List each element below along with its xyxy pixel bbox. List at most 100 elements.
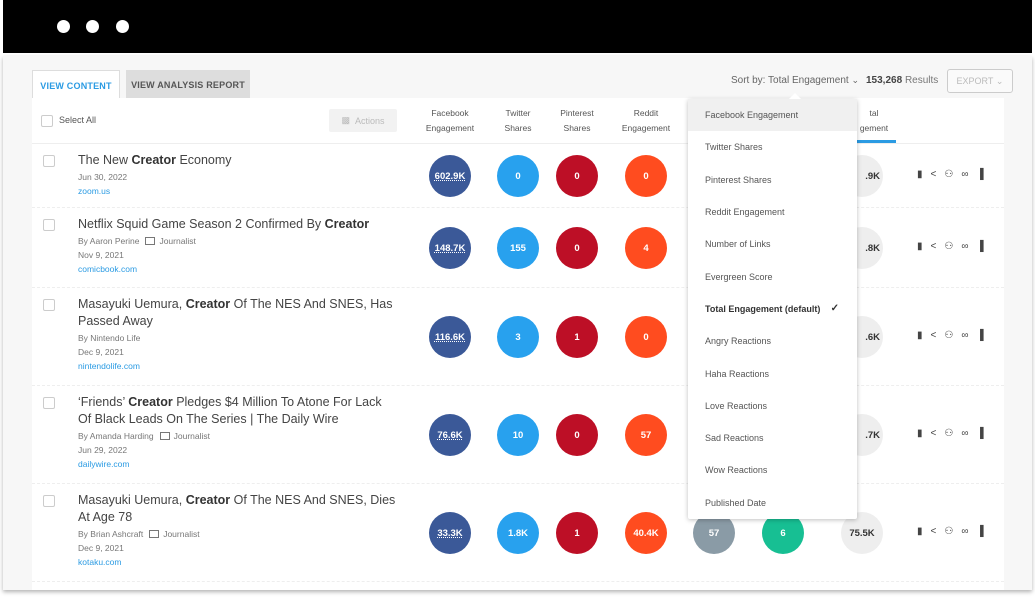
row-checkbox[interactable] [43,495,55,507]
share-icon[interactable]: < [931,169,937,180]
article-title[interactable]: Netflix Squid Game Season 2 Confirmed By… [78,216,398,233]
column-header[interactable]: Facebook Engagement [415,106,485,136]
window-minimize-button[interactable] [86,20,99,33]
export-button[interactable]: EXPORT ⌄ [947,69,1013,93]
metric-value: .7K [865,429,880,441]
sort-option[interactable]: Twitter Shares [688,131,857,163]
bookmark-icon[interactable]: ▮ [917,428,923,439]
facebook-metric[interactable]: 76.6K [429,414,471,456]
metric-value: .6K [865,331,880,343]
article-title[interactable]: ‘Friends’ Creator Pledges $4 Million To … [78,394,398,428]
sort-option[interactable]: Published Date [688,487,857,519]
tab-view-analysis-report[interactable]: VIEW ANALYSIS REPORT [126,70,250,99]
author-name[interactable]: By Brian Ashcraft [78,529,143,539]
author-name[interactable]: By Aaron Perine [78,236,139,246]
article-domain[interactable]: kotaku.com [78,555,200,569]
link-icon[interactable]: ∞ [961,428,968,439]
metric-value: 75.5K [849,527,875,539]
table-header: Select All ▩ Actions Facebook Engagement Tw… [32,98,1004,144]
metric-value: 0 [643,170,649,182]
sort-option[interactable]: Facebook Engagement [688,99,857,132]
table-row: ‘Friends’ Creator Pledges $4 Million To … [32,386,1004,484]
author-name[interactable]: By Nintendo Life [78,333,140,343]
metric-value: 76.6K [437,429,463,441]
article-meta: By Nintendo Life Dec 9, 2021 nintendolife.… [78,331,140,373]
article-domain[interactable]: comicbook.com [78,262,196,276]
bar-chart-icon[interactable]: ▐ [976,428,983,439]
bookmark-icon[interactable]: ▮ [917,241,923,252]
metric-value: 1 [574,527,580,539]
bookmark-icon[interactable]: ▮ [917,169,923,180]
select-all-label: Select All [59,115,97,125]
sort-option[interactable]: Angry Reactions [688,325,857,357]
share-icon[interactable]: < [931,241,937,252]
metric-value: 40.4K [633,527,659,539]
window-close-button[interactable] [57,20,70,33]
reddit-metric: 0 [625,155,667,197]
facebook-metric[interactable]: 116.6K [429,316,471,358]
people-icon[interactable]: ⚇ [944,241,953,252]
article-domain[interactable]: zoom.us [78,184,127,198]
people-icon[interactable]: ⚇ [944,330,953,341]
bar-chart-icon[interactable]: ▐ [976,169,983,180]
link-icon[interactable]: ∞ [961,241,968,252]
article-title[interactable]: Masayuki Uemura, Creator Of The NES And … [78,296,398,330]
column-header[interactable]: Pinterest Shares [542,106,612,136]
sort-option[interactable]: Number of Links [688,228,857,260]
title-keyword: Creator [324,217,370,231]
link-icon[interactable]: ∞ [961,526,968,537]
journalist-label: Journalist [163,529,200,539]
reddit-metric: 57 [625,414,667,456]
link-icon[interactable]: ∞ [961,330,968,341]
bar-chart-icon[interactable]: ▐ [976,526,983,537]
row-checkbox[interactable] [43,299,55,311]
select-all-checkbox[interactable] [41,115,53,127]
column-header[interactable]: Reddit Engagement [611,106,681,136]
article-title[interactable]: The New Creator Economy [78,152,398,169]
facebook-metric[interactable]: 602.9K [429,155,471,197]
twitter-metric: 10 [497,414,539,456]
table-row: The New Creator Economy Jun 30, 2022 zoom.… [32,144,1004,208]
bar-chart-icon[interactable]: ▐ [976,241,983,252]
sort-option[interactable]: Reddit Engagement [688,196,857,228]
row-checkbox[interactable] [43,397,55,409]
window-maximize-button[interactable] [116,20,129,33]
twitter-metric: 3 [497,316,539,358]
actions-button[interactable]: ▩ Actions [329,109,397,132]
metric-value: 6 [780,527,786,539]
metric-value: 0 [574,170,580,182]
author-name[interactable]: By Amanda Harding [78,431,154,441]
sort-option[interactable]: Evergreen Score [688,260,857,292]
tab-view-content[interactable]: VIEW CONTENT [32,70,120,100]
people-icon[interactable]: ⚇ [944,169,953,180]
bar-chart-icon[interactable]: ▐ [976,330,983,341]
bookmark-icon[interactable]: ▮ [917,330,923,341]
metric-value: 0 [574,429,580,441]
article-domain[interactable]: nintendolife.com [78,359,140,373]
reddit-metric: 40.4K [625,512,667,554]
sort-option[interactable]: Total Engagement (default) ✓ [688,293,857,325]
sort-option[interactable]: Sad Reactions [688,422,857,454]
row-checkbox[interactable] [43,219,55,231]
facebook-metric[interactable]: 148.7K [429,227,471,269]
content-table: Select All ▩ Actions Facebook Engagement Tw… [32,98,1004,590]
bookmark-icon[interactable]: ▮ [917,526,923,537]
article-domain[interactable]: dailywire.com [78,457,210,471]
people-icon[interactable]: ⚇ [944,428,953,439]
row-checkbox[interactable] [43,155,55,167]
share-icon[interactable]: < [931,330,937,341]
share-icon[interactable]: < [931,526,937,537]
publish-date: Jun 29, 2022 [78,445,128,455]
facebook-metric[interactable]: 33.3K [429,512,471,554]
publish-date: Dec 9, 2021 [78,543,124,553]
sort-option[interactable]: Love Reactions [688,390,857,422]
sort-option[interactable]: Pinterest Shares [688,164,857,196]
metric-value: 10 [512,429,524,441]
link-icon[interactable]: ∞ [961,169,968,180]
share-icon[interactable]: < [931,428,937,439]
sort-dropdown[interactable]: Sort by: Total Engagement ⌄ [731,75,859,86]
sort-option[interactable]: Haha Reactions [688,357,857,389]
people-icon[interactable]: ⚇ [944,526,953,537]
article-title[interactable]: Masayuki Uemura, Creator Of The NES And … [78,492,398,526]
sort-option[interactable]: Wow Reactions [688,454,857,486]
